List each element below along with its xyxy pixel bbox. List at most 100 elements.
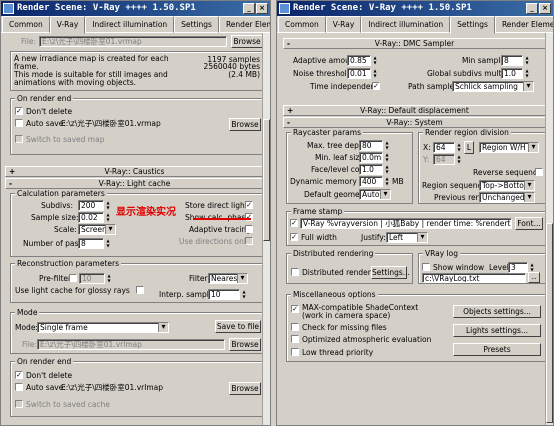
tab-common[interactable]: Common <box>2 16 50 33</box>
system-rollout-header[interactable]: - V-Ray:: System <box>283 117 546 128</box>
region-unit-dropdown[interactable]: Region W/H <box>479 142 539 153</box>
tab-indirect-illumination[interactable]: Indirect illumination <box>361 16 451 33</box>
right-scrollbar-thumb[interactable] <box>546 223 553 423</box>
use-directions-checkbox[interactable] <box>245 237 253 245</box>
time-independent-checkbox[interactable]: ✓ <box>372 82 380 90</box>
dont-delete-checkbox-1[interactable]: ✓ <box>15 107 23 115</box>
distributed-settings-button[interactable]: Settings... <box>371 266 410 279</box>
mode-dropdown[interactable]: Single frame <box>37 322 169 333</box>
dynamic-memory-spinner[interactable] <box>384 176 390 187</box>
adaptive-amount-spinner[interactable] <box>372 55 378 66</box>
region-x-input[interactable]: 64 <box>433 142 455 153</box>
default-geometry-dropdown[interactable]: Auto <box>359 189 391 200</box>
mode-browse-button[interactable]: Browse <box>229 338 261 351</box>
default-displacement-rollout-header[interactable]: + V-Ray:: Default displacement <box>283 105 546 116</box>
region-y-spinner[interactable] <box>456 154 462 165</box>
switch-saved-map-checkbox[interactable] <box>15 135 23 143</box>
prefilter-checkbox[interactable] <box>69 274 77 282</box>
scale-dropdown[interactable]: Screen <box>78 224 116 235</box>
max-tree-depth-input[interactable]: 80 <box>359 140 383 151</box>
sample-size-spinner[interactable] <box>105 212 111 223</box>
minimize-button[interactable]: _ <box>526 3 538 14</box>
global-subdivs-input[interactable]: 1.0 <box>501 68 523 79</box>
passes-input[interactable]: 8 <box>78 238 104 249</box>
reverse-sequence-checkbox[interactable] <box>535 168 543 176</box>
store-direct-checkbox[interactable]: ✓ <box>245 201 253 209</box>
min-leaf-size-spinner[interactable] <box>384 152 390 163</box>
right-titlebar[interactable]: Render Scene: V-Ray ++++ 1.50.SP1 _ × <box>277 1 553 16</box>
max-tree-depth-spinner[interactable] <box>384 140 390 151</box>
prefilter-input[interactable]: 10 <box>79 273 105 284</box>
check-missing-checkbox[interactable] <box>291 323 299 331</box>
save-to-file-button[interactable]: Save to file <box>215 320 261 333</box>
adaptive-amount-input[interactable]: 0.85 <box>347 55 371 66</box>
dmc-sampler-rollout-header[interactable]: - V-Ray:: DMC Sampler <box>283 38 546 49</box>
tab-vray[interactable]: V-Ray <box>325 16 362 33</box>
frame-stamp-checkbox[interactable]: ✓ <box>290 219 298 227</box>
tab-settings[interactable]: Settings <box>450 16 495 34</box>
previous-render-dropdown[interactable]: Unchanged <box>479 192 535 203</box>
adaptive-tracing-checkbox[interactable] <box>245 225 253 233</box>
frame-stamp-text-input[interactable]: V-Ray %vrayversion | 小狐Baby | render tim… <box>300 218 512 229</box>
left-scrollbar-thumb[interactable] <box>263 119 270 241</box>
glossy-rays-checkbox[interactable] <box>136 286 144 294</box>
minimize-button[interactable]: _ <box>243 3 255 14</box>
distributed-rendering-checkbox[interactable] <box>291 268 299 276</box>
auto-save-browse-2[interactable]: Browse <box>229 382 261 395</box>
region-sequence-dropdown[interactable]: Top->Bottom <box>479 180 535 191</box>
optimized-atm-checkbox[interactable] <box>291 335 299 343</box>
max-compat-checkbox[interactable]: ✓ <box>291 305 299 313</box>
subdivs-spinner[interactable] <box>105 200 111 211</box>
sample-size-input[interactable]: 0.02 <box>78 212 104 223</box>
dont-delete-checkbox-2[interactable]: ✓ <box>15 371 23 379</box>
full-width-checkbox[interactable]: ✓ <box>290 233 298 241</box>
show-window-checkbox[interactable] <box>422 263 430 271</box>
path-sampler-dropdown[interactable]: Schlick sampling <box>452 81 534 92</box>
switch-saved-cache-checkbox[interactable] <box>15 400 23 408</box>
font-button[interactable]: Font... <box>515 217 543 230</box>
justify-dropdown[interactable]: Left <box>386 232 428 243</box>
lights-settings-button[interactable]: Lights settings... <box>453 324 541 337</box>
prefilter-spinner[interactable] <box>106 273 112 284</box>
subdivs-input[interactable]: 200 <box>78 200 104 211</box>
filter-dropdown[interactable]: Nearest <box>208 273 248 284</box>
noise-threshold-input[interactable]: 0.01 <box>347 68 371 79</box>
close-icon[interactable]: × <box>539 3 551 14</box>
caustics-rollout-header[interactable]: + V-Ray:: Caustics <box>5 166 264 177</box>
tab-settings[interactable]: Settings <box>174 16 219 33</box>
left-scrollbar[interactable] <box>262 33 270 425</box>
auto-save-browse-1[interactable]: Browse <box>229 118 261 131</box>
log-path-browse-button[interactable]: .. <box>528 272 540 283</box>
face-level-coef-input[interactable]: 1.0 <box>359 164 383 175</box>
tab-common[interactable]: Common <box>278 16 326 33</box>
tab-render-elements[interactable]: Render Elements <box>218 16 270 33</box>
objects-settings-button[interactable]: Objects settings... <box>453 305 541 318</box>
log-path-input[interactable]: c:\VRayLog.txt <box>422 273 526 283</box>
auto-save-checkbox-2[interactable] <box>15 383 23 391</box>
tab-indirect-illumination[interactable]: Indirect illumination <box>85 16 175 33</box>
right-scrollbar[interactable] <box>545 33 553 425</box>
dynamic-memory-input[interactable]: 400 <box>359 176 383 187</box>
irradiance-browse-button[interactable]: Browse <box>231 35 263 48</box>
face-level-coef-spinner[interactable] <box>384 164 390 175</box>
presets-button[interactable]: Presets <box>453 343 541 356</box>
region-y-input[interactable]: 64 <box>433 154 455 165</box>
log-level-input[interactable]: 3 <box>508 262 528 273</box>
auto-save-checkbox-1[interactable] <box>15 119 23 127</box>
low-thread-checkbox[interactable] <box>291 348 299 356</box>
min-samples-spinner[interactable] <box>524 55 530 66</box>
min-leaf-size-input[interactable]: 0.0mm <box>359 152 383 163</box>
interp-samples-spinner[interactable] <box>241 289 247 300</box>
passes-spinner[interactable] <box>105 238 111 249</box>
min-samples-input[interactable]: 8 <box>501 55 523 66</box>
tab-vray[interactable]: V-Ray <box>49 16 86 34</box>
irradiance-file-field[interactable]: E:\z\光子\四楼卧室01.vrmap <box>39 36 227 47</box>
interp-samples-input[interactable]: 10 <box>208 289 240 300</box>
global-subdivs-spinner[interactable] <box>524 68 530 79</box>
region-x-spinner[interactable] <box>456 142 462 153</box>
tab-render-elements[interactable]: Render Elements <box>494 16 553 33</box>
noise-threshold-spinner[interactable] <box>372 68 378 79</box>
light-cache-rollout-header[interactable]: - V-Ray:: Light cache <box>5 178 264 189</box>
mode-file-field[interactable]: E:\z\光子\四楼卧室01.vrlmap <box>37 339 225 350</box>
region-lock-button[interactable]: L <box>464 141 474 154</box>
